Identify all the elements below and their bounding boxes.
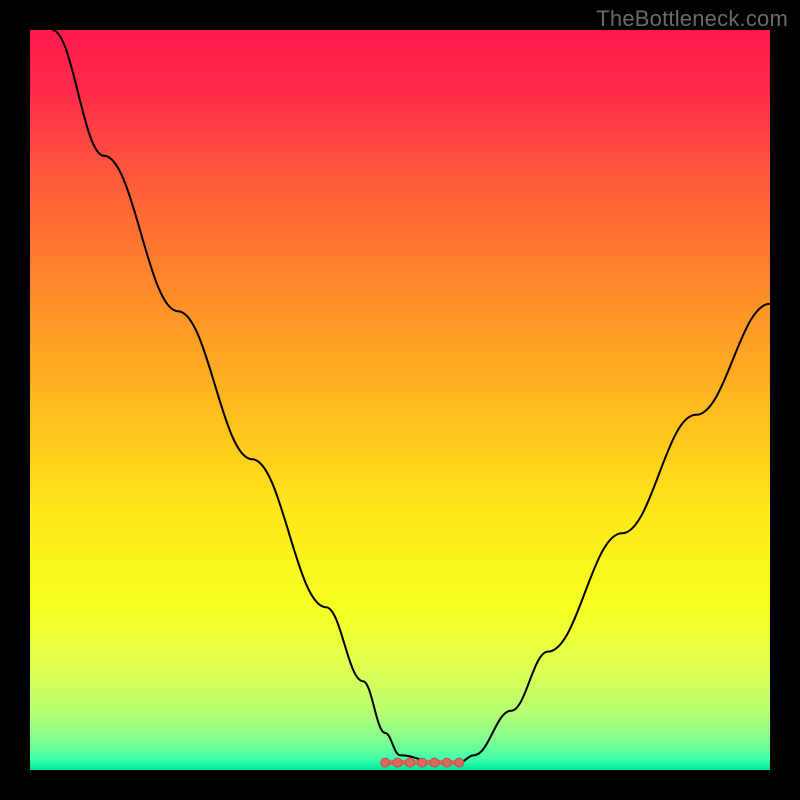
minimum-marker [442,758,451,767]
minimum-marker [430,758,439,767]
minimum-marker [455,758,464,767]
plot-area [30,30,770,770]
chart-frame: TheBottleneck.com [0,0,800,800]
chart-svg [30,30,770,770]
gradient-background [30,30,770,770]
minimum-marker [381,758,390,767]
minimum-marker [418,758,427,767]
minimum-marker [405,758,414,767]
minimum-marker [393,758,402,767]
watermark-text: TheBottleneck.com [596,6,788,32]
